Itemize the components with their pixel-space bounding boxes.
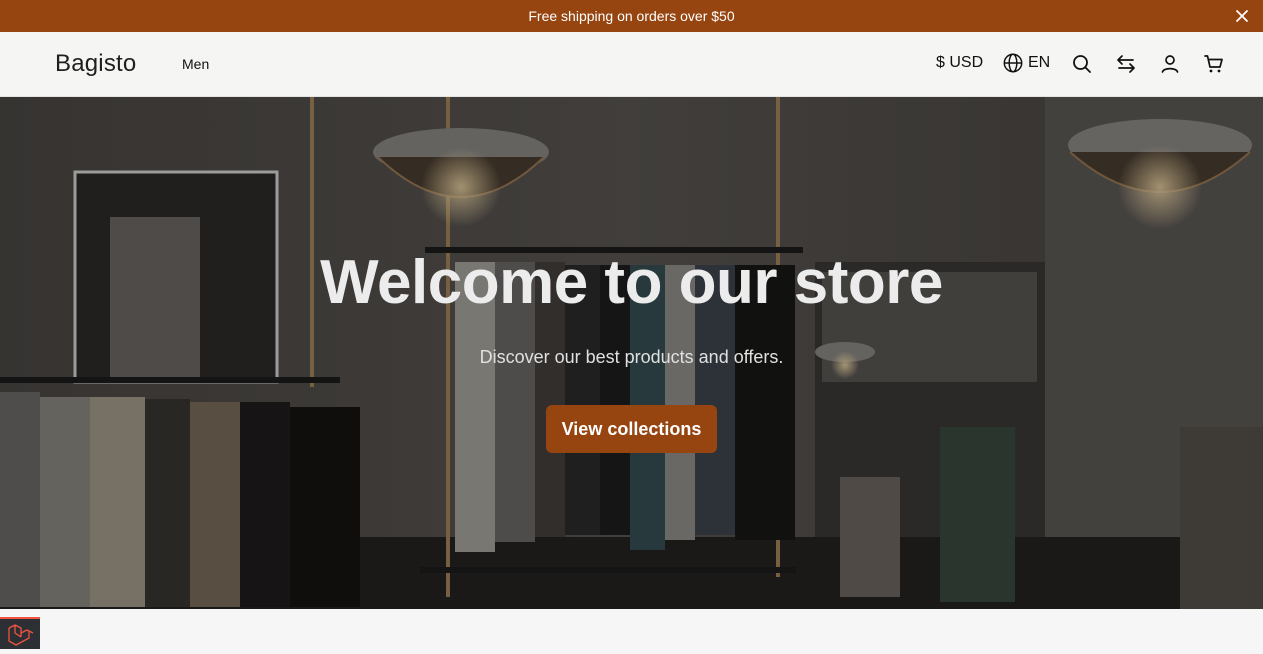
globe-icon: [1003, 53, 1023, 73]
search-icon[interactable]: [1070, 52, 1094, 76]
language-switcher[interactable]: EN: [1002, 52, 1050, 74]
laravel-logo-icon: [8, 624, 34, 646]
user-icon[interactable]: [1158, 52, 1182, 76]
nav-item-men[interactable]: Men: [182, 56, 209, 72]
announcement-text: Free shipping on orders over $50: [528, 8, 735, 24]
cart-icon[interactable]: [1202, 52, 1226, 76]
view-collections-button[interactable]: View collections: [546, 405, 717, 453]
close-icon[interactable]: [1233, 7, 1251, 25]
site-header: Bagisto Men $ USD EN: [0, 32, 1263, 97]
hero-subtitle: Discover our best products and offers.: [479, 347, 784, 367]
hero-banner: Welcome to our store Discover our best p…: [0, 97, 1263, 609]
store-logo[interactable]: Bagisto: [55, 50, 136, 78]
currency-switcher[interactable]: $ USD: [936, 54, 983, 72]
hero-title: Welcome to our store: [320, 248, 943, 317]
language-label: EN: [1028, 54, 1051, 71]
announcement-bar: Free shipping on orders over $50: [0, 0, 1263, 32]
compare-icon[interactable]: [1114, 52, 1138, 76]
debugbar-toggle[interactable]: [0, 617, 40, 649]
